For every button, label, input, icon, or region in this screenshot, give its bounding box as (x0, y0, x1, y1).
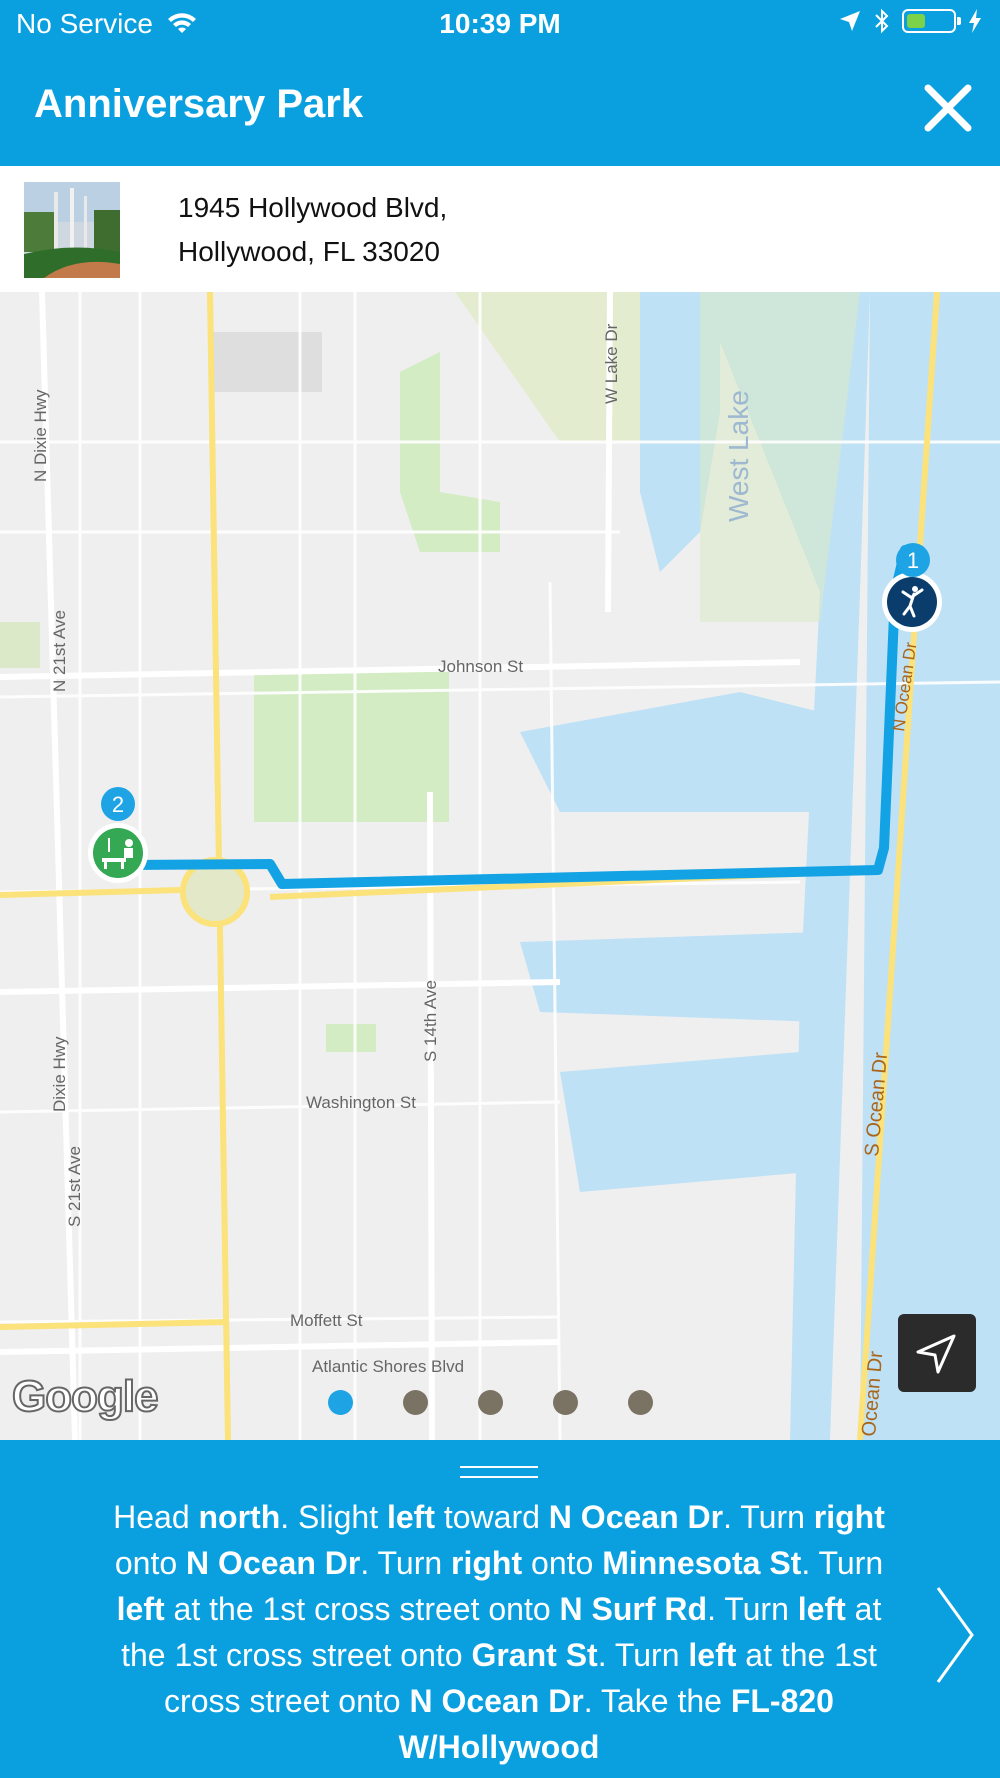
address-line-2: Hollywood, FL 33020 (178, 236, 441, 267)
street-label-moffett-st: Moffett St (290, 1311, 363, 1330)
directions-segment: . Turn (723, 1499, 814, 1535)
directions-segment: N Surf Rd (559, 1591, 708, 1627)
directions-panel[interactable]: Head north. Slight left toward N Ocean D… (0, 1440, 1000, 1778)
directions-segment: right (813, 1499, 885, 1535)
street-label-dixie-hwy: Dixie Hwy (50, 1036, 69, 1112)
directions-segment: . Turn (597, 1637, 689, 1673)
google-attribution: Google (11, 1371, 160, 1422)
map-canvas[interactable]: N Dixie Hwy N 21st Ave W Lake Dr West La… (0, 292, 1000, 1440)
place-address: 1945 Hollywood Blvd, Hollywood, FL 33020 (178, 186, 447, 274)
directions-segment: . Turn (707, 1591, 798, 1627)
place-photo (24, 182, 120, 278)
map-view[interactable]: N Dixie Hwy N 21st Ave W Lake Dr West La… (0, 292, 1000, 1440)
directions-segment: . Turn (801, 1545, 884, 1581)
my-location-button[interactable] (898, 1314, 976, 1392)
street-label-johnson-st: Johnson St (438, 657, 523, 676)
directions-segment: N Ocean Dr (186, 1545, 361, 1581)
directions-segment: north (198, 1499, 281, 1535)
directions-segment: Minnesota St (602, 1545, 802, 1581)
directions-segment: N Ocean Dr (548, 1499, 724, 1535)
directions-segment: onto (522, 1545, 603, 1581)
header: Anniversary Park (0, 48, 1000, 166)
page-indicator (328, 1390, 653, 1415)
street-label-washington-st: Washington St (306, 1093, 416, 1112)
navigation-arrow-icon (916, 1334, 956, 1374)
page-dot-5[interactable] (628, 1390, 653, 1415)
directions-segment: onto (114, 1545, 187, 1581)
marker-2-number: 2 (112, 792, 124, 817)
directions-text: Head north. Slight left toward N Ocean D… (104, 1494, 894, 1770)
page-dot-4[interactable] (553, 1390, 578, 1415)
street-label-n-dixie-hwy: N Dixie Hwy (31, 389, 50, 482)
page-dot-2[interactable] (403, 1390, 428, 1415)
directions-segment: right (451, 1545, 523, 1581)
page-dot-3[interactable] (478, 1390, 503, 1415)
directions-segment: left (116, 1591, 165, 1627)
street-label-atlantic-shores-blvd: Atlantic Shores Blvd (312, 1357, 464, 1376)
map-marker-2[interactable] (88, 823, 148, 883)
directions-segment: left (386, 1499, 435, 1535)
directions-segment: toward (434, 1499, 549, 1535)
directions-segment: Head (113, 1499, 199, 1535)
directions-segment: . Slight (280, 1499, 387, 1535)
directions-segment: . Take the (583, 1683, 731, 1719)
place-card: 1945 Hollywood Blvd, Hollywood, FL 33020 (0, 166, 1000, 293)
marker-1-number: 1 (907, 548, 919, 573)
bluetooth-icon (875, 8, 889, 34)
status-bar: No Service 10:39 PM (0, 0, 1000, 48)
street-label-s-21st-ave: S 21st Ave (65, 1146, 84, 1227)
directions-segment: Grant St (471, 1637, 598, 1673)
drag-handle[interactable] (460, 1466, 538, 1480)
page-dot-1[interactable] (328, 1390, 353, 1415)
directions-segment: at the 1st cross street onto (164, 1591, 560, 1627)
status-icons (838, 8, 982, 34)
chevron-right-icon[interactable] (930, 1580, 980, 1690)
map-marker-1[interactable] (882, 572, 942, 632)
directions-segment: left (797, 1591, 846, 1627)
street-label-s-14th-ave: S 14th Ave (421, 980, 440, 1062)
lake-label-west-lake: West Lake (723, 390, 754, 522)
street-label-w-lake-dr: W Lake Dr (602, 323, 621, 404)
charging-icon (969, 9, 981, 33)
battery-icon (902, 9, 961, 33)
directions-segment: N Ocean Dr (409, 1683, 584, 1719)
location-arrow-icon (840, 11, 860, 31)
address-line-1: 1945 Hollywood Blvd, (178, 192, 448, 223)
directions-segment: . Turn (360, 1545, 452, 1581)
directions-segment: left (688, 1637, 737, 1673)
close-icon[interactable] (920, 80, 976, 136)
page-title: Anniversary Park (34, 82, 364, 126)
street-label-n-21st-ave: N 21st Ave (50, 610, 69, 692)
